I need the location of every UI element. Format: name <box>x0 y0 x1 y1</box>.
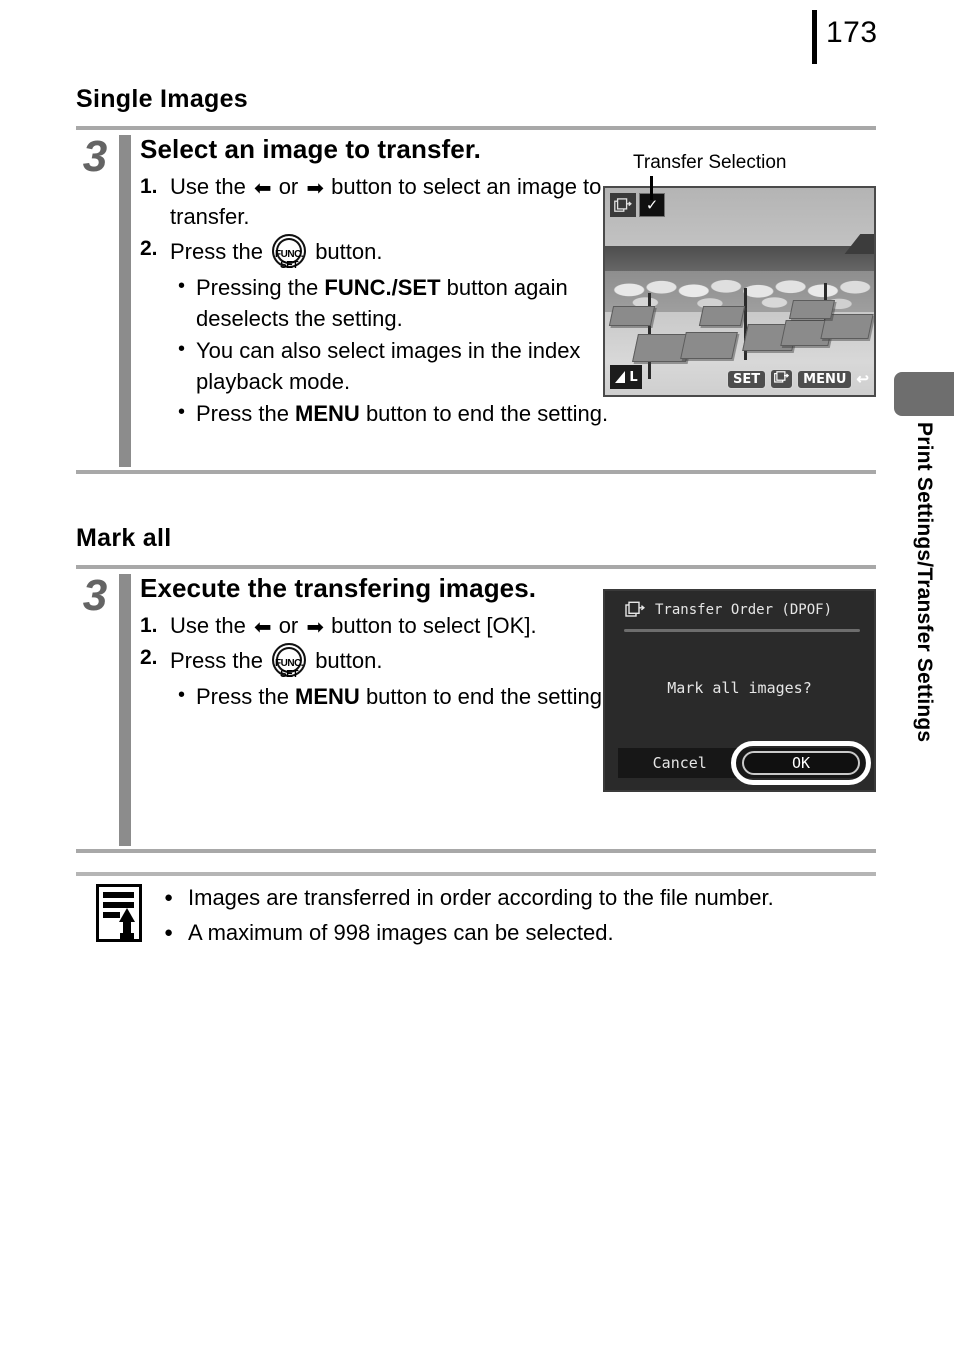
dialog-button-row: Cancel OK <box>618 741 871 785</box>
bullet-text-before: Press the <box>196 684 296 709</box>
section-heading-mark-all: Mark all <box>76 524 172 552</box>
scene-lounger <box>698 306 746 326</box>
side-tab-color-block <box>894 372 954 416</box>
step-accent-bar <box>119 574 131 846</box>
bullet-text-bold: MENU <box>295 684 360 709</box>
step-title: Select an image to transfer. <box>140 134 481 164</box>
bullet-text-before: Press the <box>196 401 296 426</box>
func-set-button-icon: FUNC. SET <box>272 643 307 680</box>
scene-lounger <box>608 306 656 326</box>
step-body: Select an image to transfer. 1. Use the ⬅… <box>140 133 660 430</box>
camera-screen-transfer-order-dialog: Transfer Order (DPOF) Mark all images? C… <box>603 589 876 792</box>
transfer-order-icon <box>610 193 636 217</box>
note-pencil-glyph <box>96 884 142 942</box>
bullet-item: Press the MENU button to end the setting… <box>178 397 660 429</box>
osd-key-hints: SET MENU ↩ <box>727 369 869 389</box>
right-arrow-icon: ➡ <box>306 177 324 200</box>
osd-image-quality: L <box>610 365 642 389</box>
bullet-text-after: button to end the setting. <box>359 684 609 709</box>
page-number-rule <box>812 10 817 64</box>
section-rule-top-markall <box>76 565 876 569</box>
osd-quality-label: L <box>629 369 638 385</box>
substep-list: 1. Use the ⬅ or ➡ button to select [OK]. … <box>140 611 660 680</box>
step-title: Execute the transfering images. <box>140 573 537 603</box>
dialog-title-row: Transfer Order (DPOF) <box>625 601 832 618</box>
bullet-item: Press the MENU button to end the setting… <box>178 680 660 712</box>
note-box: Images are transferred in order accordin… <box>96 880 876 950</box>
scene-lounger <box>788 300 836 319</box>
bullet-text-before: You can also select images in the index … <box>196 338 581 394</box>
substep-1: 1. Use the ⬅ or ➡ button to select an ima… <box>140 172 660 232</box>
bullet-text-bold: MENU <box>295 401 360 426</box>
callout-leader-line <box>650 176 653 200</box>
transfer-icon <box>774 371 790 383</box>
substep-text-pre: Press the <box>170 648 263 673</box>
step-number: 3 <box>82 132 108 181</box>
back-arrow-icon: ↩ <box>856 370 869 388</box>
osd-key-set: SET <box>727 369 767 389</box>
scene-lounger <box>680 332 738 359</box>
bullet-text-before: Pressing the <box>196 275 325 300</box>
substep-text-post: button. <box>315 648 383 673</box>
camera-screen-transfer-selection: ✓ L SET MENU ↩ <box>603 186 876 397</box>
side-tab-label: Print Settings/Transfer Settings <box>913 422 936 743</box>
section-rule-bottom-markall <box>76 849 876 853</box>
note-list: Images are transferred in order accordin… <box>96 880 876 950</box>
substep-list: 1. Use the ⬅ or ➡ button to select an ima… <box>140 172 660 271</box>
bullet-text-bold: FUNC./SET <box>324 275 441 300</box>
section-heading-single-images: Single Images <box>76 85 249 113</box>
dialog-message: Mark all images? <box>667 679 812 697</box>
substep-number: 1. <box>140 614 158 637</box>
substep-text-pre: Use the <box>170 613 246 638</box>
substep-2: 2. Press the FUNC. SET button. <box>140 234 660 271</box>
note-pencil-icon <box>96 884 142 942</box>
page-number-header: 173 <box>812 10 878 64</box>
substep-number: 2. <box>140 237 158 260</box>
substep-text-mid: or <box>278 174 299 199</box>
substep-1: 1. Use the ⬅ or ➡ button to select [OK]. <box>140 611 660 641</box>
bullet-text-after: button to end the setting. <box>359 401 609 426</box>
step-body: Execute the transfering images. 1. Use th… <box>140 572 660 713</box>
step-number: 3 <box>82 571 108 620</box>
dialog-title: Transfer Order (DPOF) <box>655 601 833 618</box>
substep-number: 1. <box>140 175 158 198</box>
substep-text-pre: Use the <box>170 174 246 199</box>
chapter-side-tab: Print Settings/Transfer Settings <box>894 372 954 822</box>
compression-icon <box>615 370 626 383</box>
substep-number: 2. <box>140 646 158 669</box>
left-arrow-icon: ⬅ <box>253 177 272 200</box>
func-set-button-icon: FUNC. SET <box>272 234 307 271</box>
page-number: 173 <box>826 16 878 49</box>
substep-text-post: button to select [OK]. <box>331 613 537 638</box>
dialog-divider <box>624 629 860 632</box>
bullet-item: You can also select images in the index … <box>178 334 660 397</box>
note-item: Images are transferred in order accordin… <box>164 880 876 915</box>
substep-text-post: button. <box>315 239 383 264</box>
bullet-list: Pressing the FUNC./SET button again dese… <box>140 271 660 429</box>
right-arrow-icon: ➡ <box>306 616 324 639</box>
osd-key-transfer-icon <box>770 369 794 389</box>
substep-text-mid: or <box>278 613 299 638</box>
note-box-rule <box>76 872 876 876</box>
substep-2: 2. Press the FUNC. SET button. <box>140 643 660 680</box>
left-arrow-icon: ⬅ <box>253 616 272 639</box>
cancel-button[interactable]: Cancel <box>618 754 742 772</box>
substep-text-pre: Press the <box>170 239 263 264</box>
transfer-order-glyph <box>614 197 632 212</box>
ok-button[interactable]: OK <box>742 751 860 775</box>
osd-transfer-status: ✓ <box>610 193 665 217</box>
section-rule-bottom-single <box>76 470 876 474</box>
ok-button-highlight: OK <box>731 741 871 785</box>
osd-key-menu: MENU <box>797 369 853 389</box>
note-item: A maximum of 998 images can be selected. <box>164 915 876 950</box>
bullet-list: Press the MENU button to end the setting… <box>140 680 660 712</box>
callout-label-transfer-selection: Transfer Selection <box>633 152 787 173</box>
section-rule-top <box>76 126 876 130</box>
transfer-order-icon <box>625 601 645 617</box>
bullet-item: Pressing the FUNC./SET button again dese… <box>178 271 660 334</box>
step-accent-bar <box>119 135 131 467</box>
